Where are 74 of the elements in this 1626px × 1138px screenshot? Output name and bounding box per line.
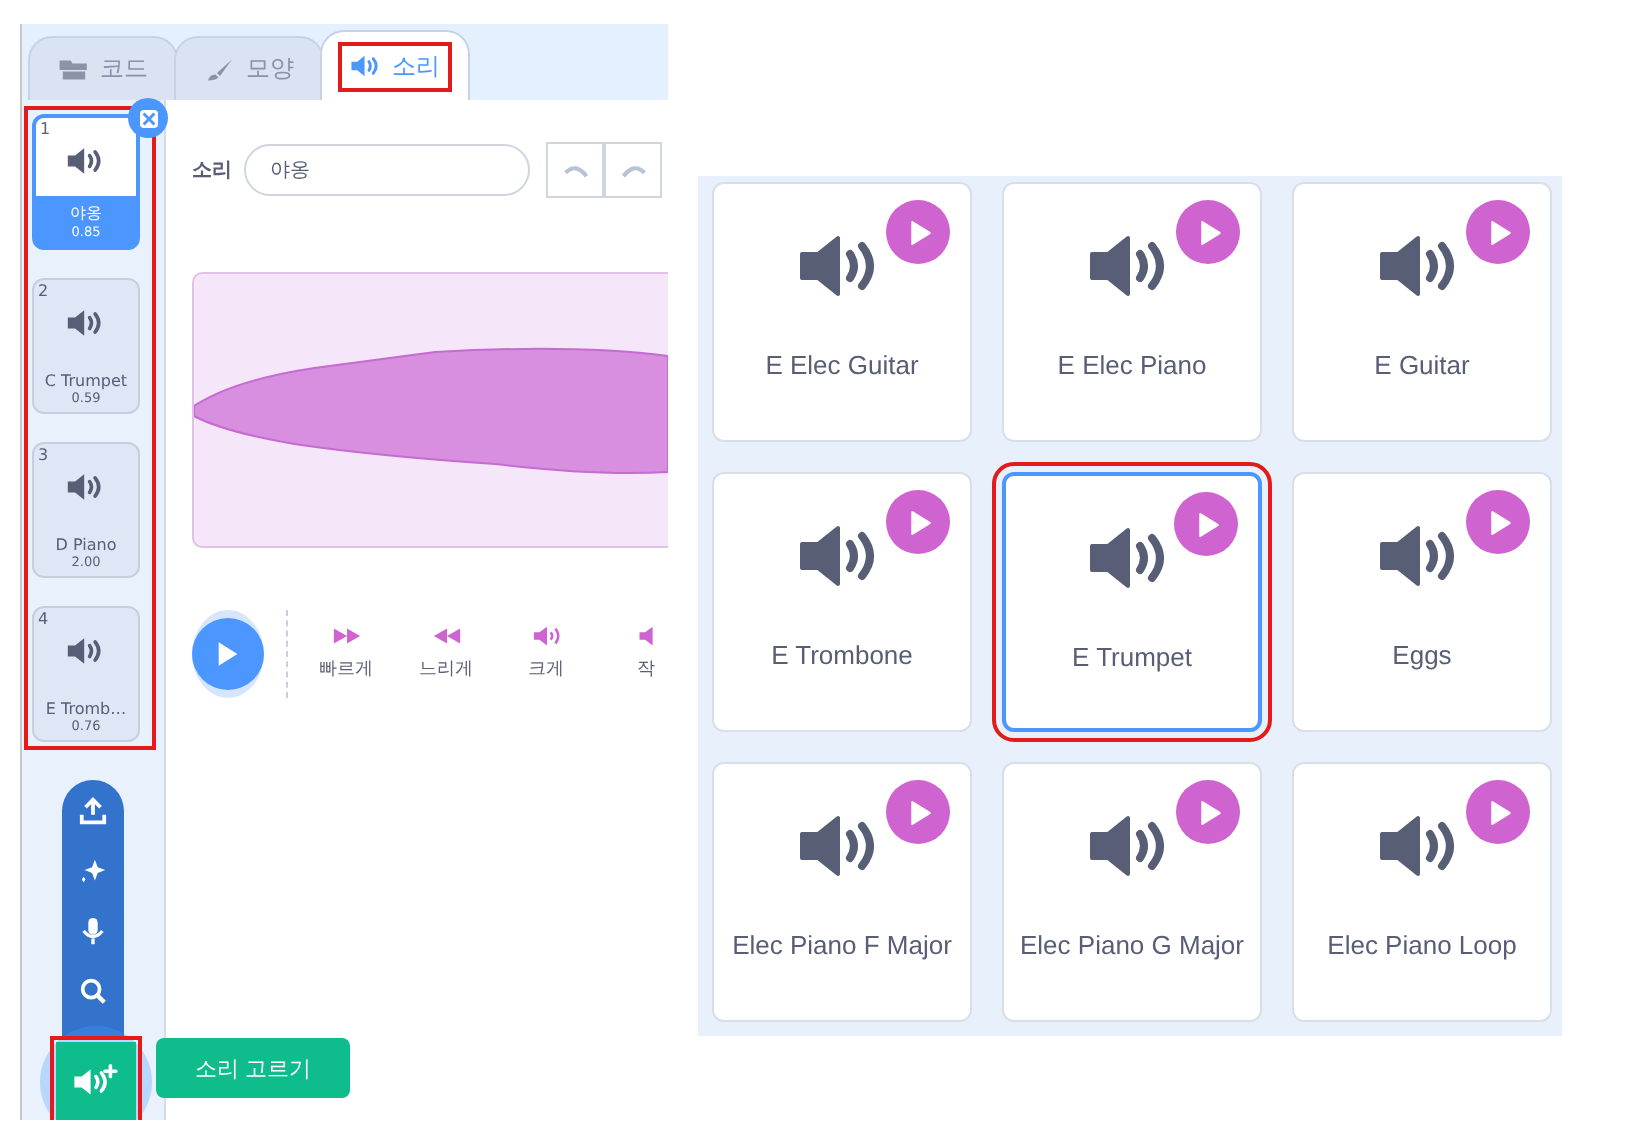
play-icon [1489, 509, 1511, 535]
sound-name: E Trombone [769, 640, 915, 670]
sound-name: Elec Piano Loop [1325, 930, 1519, 960]
effect-button[interactable]: 빠르게 [312, 626, 380, 682]
sound-label: 소리 [192, 158, 232, 184]
sparkle-icon[interactable] [78, 856, 108, 886]
sound-tile[interactable]: Elec Piano F Major [712, 762, 972, 1022]
play-icon [909, 799, 931, 825]
speaker-icon [350, 54, 382, 78]
sound-name: Elec Piano F Major [730, 930, 954, 960]
play-button[interactable] [1176, 780, 1240, 844]
play-icon [1199, 799, 1221, 825]
delete-button[interactable] [128, 98, 168, 138]
sound-name: Eggs [1390, 640, 1454, 670]
code-blocks-icon [58, 57, 90, 81]
sound-tile[interactable]: Eggs [1292, 472, 1552, 732]
sound-name: E Guitar [1372, 350, 1472, 380]
undo-icon [561, 161, 589, 179]
sound-tile[interactable]: E Trombone [712, 472, 972, 732]
sound-tile[interactable]: E Guitar [1292, 182, 1552, 442]
play-button[interactable] [1466, 200, 1530, 264]
play-button[interactable] [1176, 200, 1240, 264]
speaker-icon [66, 636, 106, 666]
speaker-icon [66, 308, 106, 338]
effect-button[interactable]: 작 [612, 626, 668, 682]
play-icon [909, 219, 931, 245]
speaker-icon [66, 146, 106, 176]
play-button[interactable] [1466, 780, 1530, 844]
play-button[interactable] [886, 780, 950, 844]
effect-button[interactable]: 느리게 [412, 626, 480, 682]
play-icon [1199, 219, 1221, 245]
play-button[interactable] [886, 490, 950, 554]
play-icon [216, 640, 240, 668]
sound-tile[interactable]: E Elec Piano [1002, 182, 1262, 442]
fast-forward-icon [331, 626, 361, 646]
brush-icon [204, 57, 236, 81]
play-button[interactable] [886, 200, 950, 264]
redo-icon [619, 161, 647, 179]
sound-name-field[interactable]: 야옹 [244, 144, 530, 196]
sound-tile[interactable]: Elec Piano G Major [1002, 762, 1262, 1022]
sound-tile[interactable]: E Elec Guitar [712, 182, 972, 442]
play-button[interactable] [1466, 490, 1530, 554]
speaker-icon [531, 626, 561, 646]
sound-name: C Trumpet [44, 372, 128, 390]
rewind-icon [431, 626, 461, 646]
sound-number: 4 [38, 610, 49, 628]
sound-name: E Elec Guitar [763, 350, 921, 380]
sound-tile[interactable]: Elec Piano Loop [1292, 762, 1552, 1022]
microphone-icon[interactable] [78, 916, 108, 946]
play-button[interactable] [192, 618, 264, 690]
sound-name: Elec Piano G Major [1018, 930, 1246, 960]
upload-icon[interactable] [78, 796, 108, 826]
sound-name: E Elec Piano [1055, 350, 1209, 380]
play-icon [909, 509, 931, 535]
undo-button[interactable] [546, 142, 604, 198]
redo-button[interactable] [604, 142, 662, 198]
close-icon [139, 109, 157, 127]
sound-name: 야옹 [70, 202, 102, 224]
sound-name: E Trumpet [1070, 642, 1194, 672]
choose-sound-button[interactable] [56, 1042, 136, 1120]
play-icon [1197, 511, 1219, 537]
play-button[interactable] [1174, 492, 1238, 556]
speaker-icon [66, 472, 106, 502]
sound-name: E Tromb… [45, 700, 127, 718]
sound-number: 3 [38, 446, 49, 464]
sound-number: 2 [38, 282, 49, 300]
speaker-plus-icon [72, 1064, 120, 1100]
effect-button[interactable]: 크게 [512, 626, 580, 682]
tooltip: 소리 고르기 [156, 1038, 350, 1098]
sound-number: 1 [40, 120, 51, 138]
play-icon [1489, 799, 1511, 825]
search-icon[interactable] [78, 976, 108, 1006]
play-icon [1489, 219, 1511, 245]
sound-name: D Piano [55, 536, 117, 554]
